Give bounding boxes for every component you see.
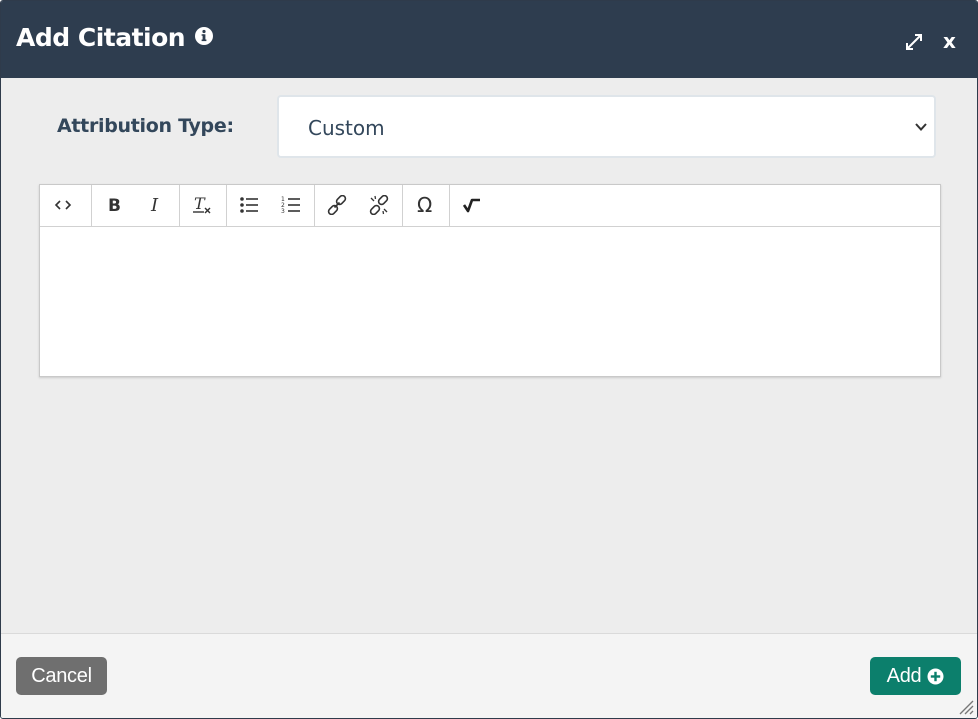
plus-circle-icon (927, 668, 944, 685)
bold-icon[interactable]: B (100, 192, 128, 218)
bulleted-list-icon[interactable] (235, 192, 263, 218)
toolbar-divider (91, 185, 92, 226)
attribution-type-value: Custom (308, 116, 385, 140)
link-icon[interactable] (323, 192, 351, 218)
svg-text:B: B (108, 196, 121, 214)
attribution-type-select[interactable]: Custom (277, 95, 936, 158)
editor-content-area[interactable] (40, 227, 940, 376)
editor-toolbar: B I T 1 2 3 Ω (40, 185, 940, 227)
close-button[interactable]: x (943, 29, 956, 53)
dialog-footer: Cancel Add (1, 633, 977, 718)
square-root-icon[interactable] (458, 192, 486, 218)
resize-handle-icon[interactable] (958, 699, 974, 715)
expand-arrows-icon[interactable] (903, 31, 925, 53)
add-button-label: Add (886, 664, 922, 687)
cancel-button-label: Cancel (31, 664, 92, 687)
toolbar-divider (226, 185, 227, 226)
clear-format-icon[interactable]: T (188, 192, 216, 218)
info-circle-icon[interactable] (194, 26, 214, 46)
chevron-down-icon (914, 120, 928, 134)
svg-text:Ω: Ω (417, 195, 432, 215)
toolbar-divider (402, 185, 403, 226)
dialog-titlebar[interactable]: Add Citation x (1, 1, 977, 78)
add-citation-dialog: Add Citation x Attribution Type: Custom (0, 0, 978, 719)
add-button[interactable]: Add (870, 657, 961, 695)
unlink-icon[interactable] (365, 192, 393, 218)
toolbar-divider (179, 185, 180, 226)
code-brackets-icon[interactable] (49, 192, 77, 218)
svg-text:T: T (194, 195, 206, 213)
toolbar-divider (314, 185, 315, 226)
rich-text-editor: B I T 1 2 3 Ω (39, 184, 941, 377)
numbered-list-icon[interactable]: 1 2 3 (277, 192, 305, 218)
svg-text:3: 3 (281, 208, 285, 215)
svg-text:I: I (150, 196, 159, 214)
italic-icon[interactable]: I (142, 192, 170, 218)
dialog-title: Add Citation (16, 23, 186, 52)
cancel-button[interactable]: Cancel (16, 657, 107, 695)
attribution-type-label: Attribution Type: (57, 115, 234, 137)
omega-icon[interactable]: Ω (412, 192, 440, 218)
toolbar-divider (449, 185, 450, 226)
